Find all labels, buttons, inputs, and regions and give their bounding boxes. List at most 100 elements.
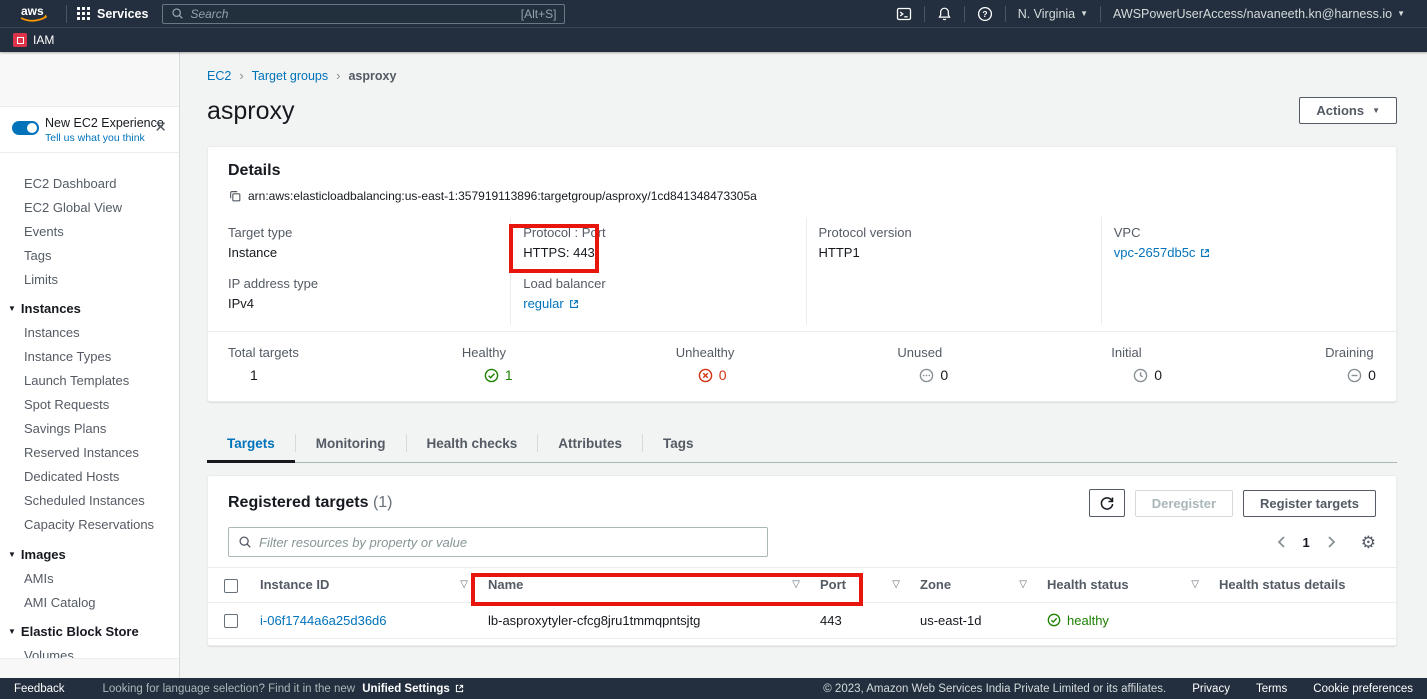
register-targets-button[interactable]: Register targets <box>1243 490 1376 517</box>
notifications-bell-icon[interactable] <box>925 6 964 22</box>
sidebar-item-capacity-reservations[interactable]: Capacity Reservations <box>0 513 179 537</box>
sort-icon[interactable]: ▽ <box>1019 579 1027 590</box>
sidebar-item-ami-catalog[interactable]: AMI Catalog <box>0 590 179 614</box>
sidebar-item-events[interactable]: Events <box>0 219 179 243</box>
breadcrumb-current: asproxy <box>348 69 396 83</box>
instance-id-link[interactable]: i-06f1744a6a25d36d6 <box>260 613 387 628</box>
target-group-arn: arn:aws:elasticloadbalancing:us-east-1:3… <box>248 189 757 203</box>
chevron-right-icon: › <box>239 68 243 83</box>
next-page-button[interactable] <box>1320 533 1343 551</box>
field-protocol-port: Protocol : Port HTTPS: 443 <box>523 225 793 260</box>
breadcrumb-target-groups[interactable]: Target groups <box>252 69 328 83</box>
aws-logo[interactable]: aws <box>18 3 50 24</box>
sidebar-item-instance-types[interactable]: Instance Types <box>0 345 179 369</box>
table-header-row: Instance ID▽ Name▽ Port▽ Zone▽ Health st… <box>208 568 1396 603</box>
sidebar-item-ec2-dashboard[interactable]: EC2 Dashboard <box>0 171 179 195</box>
registered-targets-count: (1) <box>373 494 393 511</box>
column-health-status: Health status <box>1047 577 1129 592</box>
select-all-checkbox[interactable] <box>224 579 238 593</box>
column-port: Port <box>820 577 846 592</box>
check-circle-icon <box>1047 613 1061 627</box>
privacy-link[interactable]: Privacy <box>1192 683 1230 695</box>
table-row: i-06f1744a6a25d36d6 lb-asproxytyler-cfcg… <box>208 602 1396 639</box>
sort-icon[interactable]: ▽ <box>460 579 468 590</box>
global-search[interactable]: [Alt+S] <box>162 4 565 24</box>
tab-monitoring[interactable]: Monitoring <box>296 426 406 463</box>
column-health-status-details: Health status details <box>1219 577 1345 592</box>
filter-input[interactable] <box>259 535 758 550</box>
chevron-down-icon: ▼ <box>1080 9 1088 18</box>
new-experience-panel: New EC2 Experience Tell us what you thin… <box>0 107 179 153</box>
target-port: 443 <box>820 613 842 628</box>
cloudshell-button[interactable] <box>884 6 924 22</box>
sidebar-section-elastic-block-store[interactable]: ▼ Elastic Block Store <box>0 614 179 644</box>
sidebar-item-dedicated-hosts[interactable]: Dedicated Hosts <box>0 465 179 489</box>
sidebar-item-instances[interactable]: Instances <box>0 321 179 345</box>
sort-icon[interactable]: ▽ <box>792 579 800 590</box>
copy-icon[interactable] <box>228 189 242 203</box>
chevron-down-icon: ▼ <box>8 304 16 313</box>
stat-unused: Unused 0 <box>897 345 948 383</box>
breadcrumb-ec2[interactable]: EC2 <box>207 69 231 83</box>
new-experience-toggle[interactable] <box>12 121 39 135</box>
favorite-iam-label: IAM <box>33 33 54 47</box>
account-menu[interactable]: AWSPowerUserAccess/navaneeth.kn@harness.… <box>1101 7 1417 21</box>
region-selector[interactable]: N. Virginia ▼ <box>1006 7 1100 21</box>
pagination: 1 ⚙ <box>1270 533 1376 551</box>
sidebar-item-launch-templates[interactable]: Launch Templates <box>0 369 179 393</box>
tab-health-checks[interactable]: Health checks <box>407 426 538 463</box>
sidebar-item-spot-requests[interactable]: Spot Requests <box>0 393 179 417</box>
divider <box>66 5 67 23</box>
deregister-button[interactable]: Deregister <box>1135 490 1233 517</box>
services-menu[interactable]: Services <box>77 7 148 21</box>
tab-attributes[interactable]: Attributes <box>538 426 642 463</box>
top-navigation-bar: aws Services [Alt+S] ? N. Virginia ▼ <box>0 0 1427 27</box>
external-link-icon <box>454 683 465 694</box>
help-icon[interactable]: ? <box>965 6 1005 22</box>
cookie-preferences-link[interactable]: Cookie preferences <box>1313 683 1413 695</box>
favorite-iam[interactable]: IAM <box>13 33 54 47</box>
target-name: lb-asproxytyler-cfcg8jru1tmmqpntsjtg <box>488 613 700 628</box>
tell-us-link[interactable]: Tell us what you think <box>45 132 169 144</box>
sidebar-section-images[interactable]: ▼ Images <box>0 537 179 567</box>
sidebar-top-spacer <box>0 52 179 107</box>
search-input[interactable] <box>190 7 514 21</box>
health-status-badge: healthy <box>1047 613 1199 628</box>
load-balancer-link[interactable]: regular <box>523 296 579 311</box>
favorites-bar: IAM <box>0 27 1427 52</box>
console-footer: Feedback Looking for language selection?… <box>0 678 1427 699</box>
filter-box[interactable] <box>228 527 768 557</box>
previous-page-button[interactable] <box>1270 533 1293 551</box>
unified-settings-link[interactable]: Unified Settings <box>362 683 465 695</box>
chevron-down-icon: ▼ <box>1397 9 1405 18</box>
field-target-type: Target type Instance <box>228 225 498 260</box>
sidebar-item-savings-plans[interactable]: Savings Plans <box>0 417 179 441</box>
page-number[interactable]: 1 <box>1297 535 1316 550</box>
close-icon[interactable]: ✕ <box>154 120 167 135</box>
tab-targets[interactable]: Targets <box>207 426 295 463</box>
sidebar-item-limits[interactable]: Limits <box>0 267 179 291</box>
sidebar-item-amis[interactable]: AMIs <box>0 566 179 590</box>
field-load-balancer: Load balancer regular <box>523 276 793 311</box>
row-checkbox[interactable] <box>224 614 238 628</box>
feedback-link[interactable]: Feedback <box>14 683 65 695</box>
refresh-button[interactable] <box>1089 489 1125 517</box>
tab-tags[interactable]: Tags <box>643 426 714 463</box>
chevron-down-icon: ▼ <box>8 550 16 559</box>
actions-button[interactable]: Actions ▼ <box>1299 97 1397 124</box>
sidebar-section-instances[interactable]: ▼ Instances <box>0 291 179 321</box>
refresh-icon <box>1099 495 1115 511</box>
sidebar-item-tags[interactable]: Tags <box>0 243 179 267</box>
grid-icon <box>77 7 90 20</box>
external-link-icon <box>1199 247 1211 259</box>
stat-unhealthy: Unhealthy 0 <box>676 345 735 383</box>
sort-icon[interactable]: ▽ <box>1191 579 1199 590</box>
sort-icon[interactable]: ▽ <box>892 579 900 590</box>
sidebar-item-ec2-global-view[interactable]: EC2 Global View <box>0 195 179 219</box>
chevron-right-icon: › <box>336 68 340 83</box>
sidebar-item-reserved-instances[interactable]: Reserved Instances <box>0 441 179 465</box>
table-settings-gear-icon[interactable]: ⚙ <box>1361 534 1376 551</box>
terms-link[interactable]: Terms <box>1256 683 1287 695</box>
vpc-link[interactable]: vpc-2657db5c <box>1114 245 1212 260</box>
sidebar-item-scheduled-instances[interactable]: Scheduled Instances <box>0 489 179 513</box>
